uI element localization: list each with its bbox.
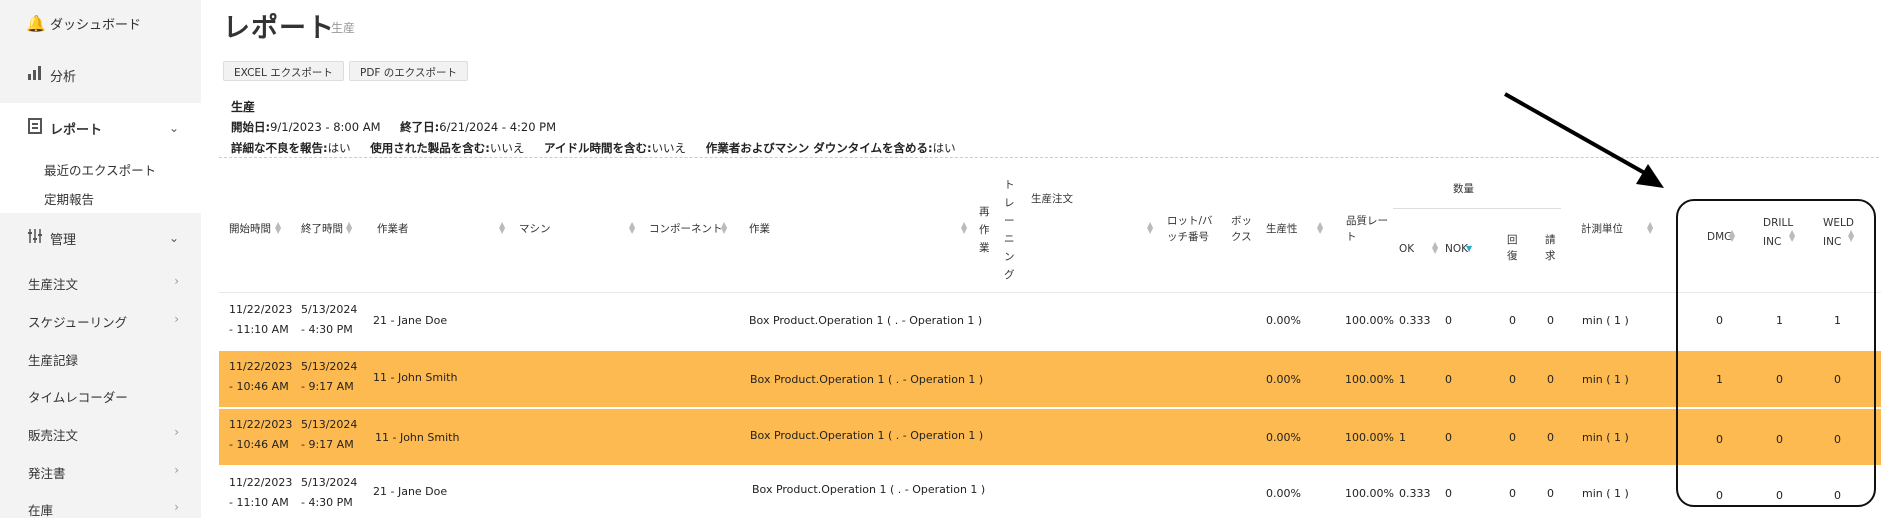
annotation-highlight-box (1676, 199, 1876, 507)
annotation-arrow-icon (1504, 92, 1664, 188)
